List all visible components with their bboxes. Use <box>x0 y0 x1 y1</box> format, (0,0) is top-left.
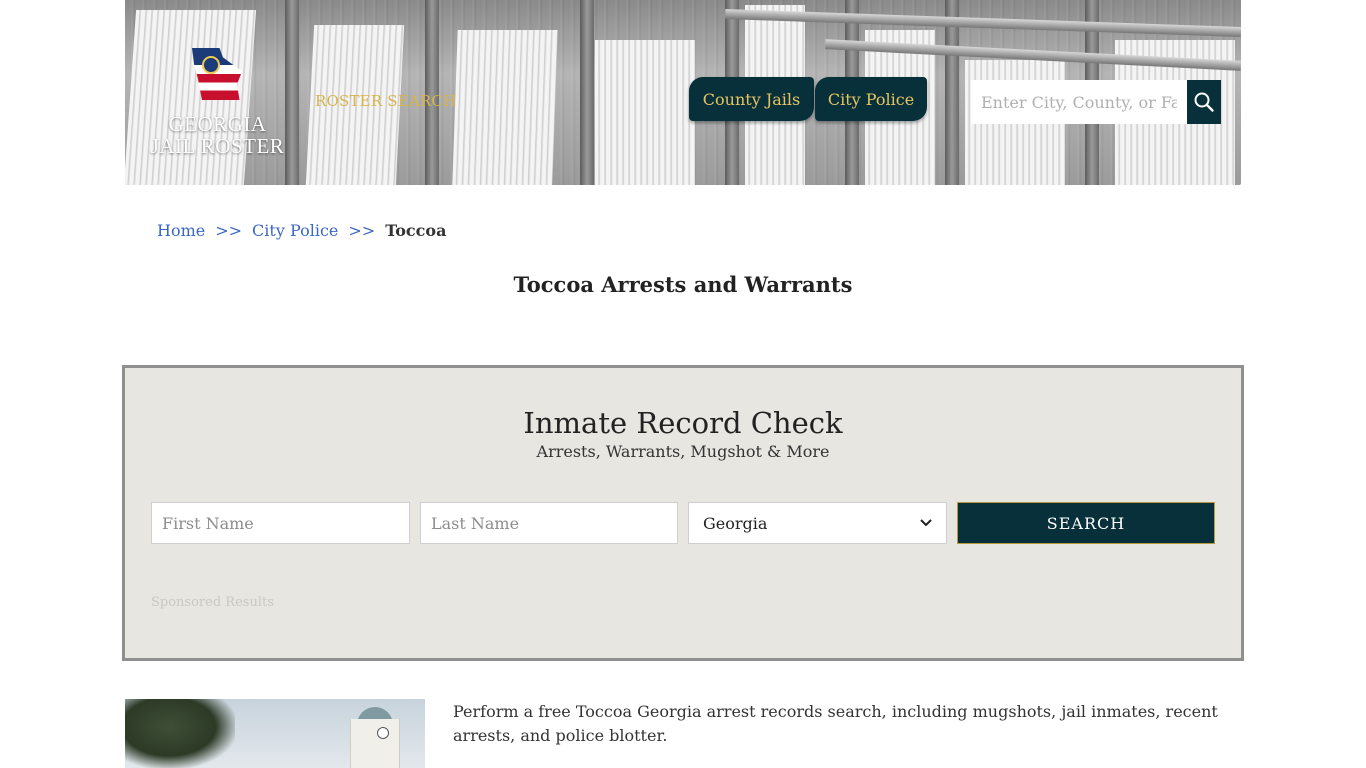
logo-text-jail-roster: JAIL ROSTER <box>150 134 285 158</box>
site-logo[interactable]: GEORGIA JAIL ROSTER <box>150 40 285 170</box>
breadcrumb-home[interactable]: Home <box>157 221 205 240</box>
photo-tower <box>350 719 400 768</box>
breadcrumb-city-police[interactable]: City Police <box>252 221 338 240</box>
roster-search-link[interactable]: ROSTER SEARCH <box>315 92 456 110</box>
inmate-record-check-panel: Inmate Record Check Arrests, Warrants, M… <box>122 365 1244 661</box>
nav-county-jails[interactable]: County Jails <box>689 77 814 121</box>
breadcrumb-separator: >> <box>215 221 243 240</box>
facility-search-button[interactable] <box>1187 80 1221 124</box>
record-search-button[interactable]: SEARCH <box>957 502 1215 544</box>
intro-paragraph: Perform a free Toccoa Georgia arrest rec… <box>453 702 1218 745</box>
record-check-title: Inmate Record Check <box>523 406 843 440</box>
first-name-input[interactable] <box>151 502 410 544</box>
state-select[interactable]: Georgia <box>688 502 947 544</box>
banner-shelf <box>285 0 299 185</box>
record-check-subtitle: Arrests, Warrants, Mugshot & More <box>536 442 830 461</box>
breadcrumb: Home >> City Police >> Toccoa <box>157 221 446 240</box>
banner-shelf <box>945 0 959 185</box>
chevron-down-icon <box>920 519 932 527</box>
breadcrumb-current: Toccoa <box>385 221 447 240</box>
nav-city-police[interactable]: City Police <box>815 77 927 121</box>
clock-icon <box>377 727 389 739</box>
georgia-flag-map-icon <box>192 48 242 100</box>
breadcrumb-separator: >> <box>348 221 376 240</box>
banner-shelf <box>580 0 594 185</box>
magnifier-icon <box>1194 92 1214 112</box>
banner-papers <box>452 30 558 185</box>
courthouse-photo <box>125 699 425 768</box>
sponsored-results-label: Sponsored Results <box>151 595 274 610</box>
state-select-value: Georgia <box>703 513 768 533</box>
georgia-seal-icon <box>202 56 220 74</box>
page-title: Toccoa Arrests and Warrants <box>513 272 853 297</box>
last-name-input[interactable] <box>420 502 678 544</box>
photo-tree <box>125 699 235 768</box>
banner-papers <box>595 40 695 185</box>
facility-search-input[interactable] <box>971 80 1187 124</box>
